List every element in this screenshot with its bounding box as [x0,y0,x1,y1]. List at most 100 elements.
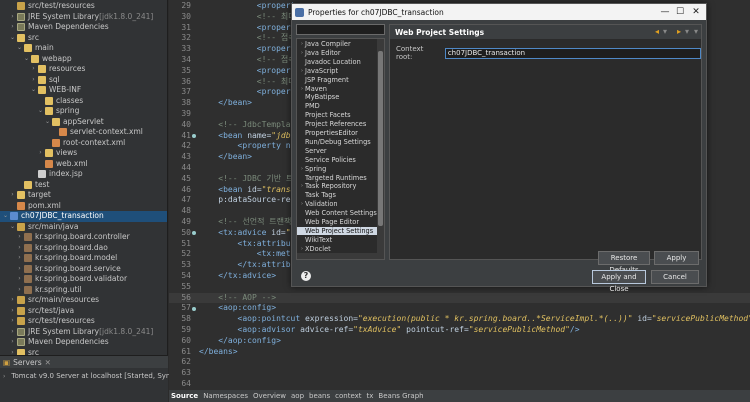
tree-item[interactable]: › kr.spring.board.controller [16,232,130,243]
horizontal-scrollbar[interactable] [297,253,384,259]
code-line[interactable]: <bean name="jdbcT [199,131,300,142]
code-line[interactable]: </beans> [199,347,238,358]
expand-toggle-icon[interactable]: › [16,232,23,243]
tree-item[interactable]: ⌄ webapp [23,54,72,65]
property-item[interactable]: › Spring [299,165,326,174]
tree-item[interactable]: › kr.spring.util [16,285,82,296]
editor-tab-overview[interactable]: Overview [253,392,286,400]
tree-item[interactable]: › views [37,148,77,159]
code-line[interactable]: </tx:attribut [199,260,301,271]
expand-toggle-icon[interactable]: ⌄ [2,211,9,222]
expand-toggle-icon[interactable]: › [30,64,37,75]
tree-item[interactable]: ⌄ spring [37,106,79,117]
tree-item[interactable]: › src/main/resources [9,295,99,306]
expand-toggle-icon[interactable]: ⌄ [16,43,23,54]
menu-icon[interactable]: ▾ [694,27,698,36]
tree-item[interactable]: ⌄ ch07JDBC_transaction [0,211,167,222]
code-line[interactable]: </bean> [199,152,252,163]
tree-item[interactable]: › target [9,190,51,201]
tree-item[interactable]: › src [9,348,39,355]
expand-toggle-icon[interactable]: › [9,327,16,338]
property-item[interactable]: Web Page Editor [299,218,359,227]
expand-toggle-icon[interactable]: › [16,253,23,264]
filter-input[interactable] [296,24,385,35]
property-item[interactable]: Project References [299,120,366,129]
code-line[interactable]: <tx:advice id="tx [199,228,300,239]
tree-item[interactable]: ⌄ appServlet [44,117,104,128]
code-line[interactable]: <!-- AOP --> [199,293,276,304]
minimize-icon[interactable]: — [658,6,672,18]
code-line[interactable]: </aop:config> [199,336,281,347]
expand-toggle-icon[interactable]: › [30,75,37,86]
code-line[interactable]: </tx:advice> [199,271,276,282]
apply-and-close-button[interactable]: Apply and Close [592,270,646,293]
maximize-icon[interactable]: ☐ [673,6,687,18]
tree-item[interactable]: › kr.spring.board.dao [16,243,108,254]
property-item[interactable]: › Java Compiler [299,40,351,49]
code-line[interactable]: <tx:attribute [199,239,301,250]
expand-toggle-icon[interactable]: › [16,274,23,285]
editor-tab-beans-graph[interactable]: Beans Graph [378,392,423,400]
tree-item[interactable]: › JRE System Library [jdk1.8.0_241] [9,12,153,23]
code-line[interactable]: <aop:config> [199,303,276,314]
tree-item[interactable]: test [16,180,49,191]
code-line[interactable]: </bean> [199,98,252,109]
expand-toggle-icon[interactable]: › [16,264,23,275]
property-item[interactable]: › Maven [299,85,327,94]
property-item[interactable]: › JavaScript [299,67,338,76]
property-item[interactable]: › Task Repository [299,182,357,191]
help-icon[interactable]: ? [301,271,311,281]
cancel-button[interactable]: Cancel [651,270,699,284]
expand-toggle-icon[interactable]: ⌄ [9,33,16,44]
editor-tab-source[interactable]: Source [171,392,198,400]
close-icon[interactable]: ✕ [689,6,703,18]
expand-toggle-icon[interactable]: ⌄ [23,54,30,65]
tree-item[interactable]: classes [37,96,83,107]
code-line[interactable]: <!-- JdbcTemplate [199,120,300,131]
editor-tab-tx[interactable]: tx [367,392,374,400]
property-item[interactable]: Project Facets [299,111,351,120]
restore-defaults-button[interactable]: Restore Defaults [598,251,650,274]
back-dropdown-icon[interactable]: ▾ [663,27,667,36]
tree-item[interactable]: › kr.spring.board.service [16,264,121,275]
tree-item[interactable]: pom.xml [9,201,61,212]
tree-item[interactable]: › Maven Dependencies [9,22,109,33]
expand-toggle-icon[interactable]: › [9,190,16,201]
expand-toggle-icon[interactable]: › [37,148,44,159]
expand-toggle-icon[interactable]: ⌄ [37,106,44,117]
tree-item[interactable]: › src/test/java [9,306,74,317]
expand-toggle-icon[interactable]: › [9,337,16,348]
tree-item[interactable]: › kr.spring.board.model [16,253,117,264]
vertical-scrollbar[interactable] [377,39,384,259]
property-item[interactable]: Javadoc Location [299,58,361,67]
expand-toggle-icon[interactable]: › [9,295,16,306]
property-item[interactable]: Server [299,147,327,156]
editor-tab-aop[interactable]: aop [291,392,304,400]
scroll-thumb[interactable] [378,51,383,226]
tree-item[interactable]: index.jsp [30,169,83,180]
fold-marker-icon[interactable] [192,231,196,236]
tree-item[interactable]: web.xml [37,159,88,170]
code-line[interactable]: <property nam [199,141,301,152]
tree-item[interactable]: › JRE System Library [jdk1.8.0_241] [9,327,153,338]
tree-item[interactable]: › sql [30,75,60,86]
property-item[interactable]: Task Tags [299,191,336,200]
fold-marker-icon[interactable] [192,134,196,139]
tree-item[interactable]: ⌄ src/main/java [9,222,78,233]
property-item[interactable]: Web Content Settings [299,209,377,218]
property-item[interactable]: › XDoclet [299,245,331,254]
property-item[interactable]: › Validation [299,200,338,209]
tree-item[interactable]: ⌄ src [9,33,39,44]
property-item[interactable]: PropertiesEditor [299,129,358,138]
expand-toggle-icon[interactable]: › [9,306,16,317]
tree-item[interactable]: ⌄ WEB-INF [30,85,81,96]
expand-toggle-icon[interactable]: › [9,316,16,327]
fold-marker-icon[interactable] [192,306,196,311]
tree-item[interactable]: › Maven Dependencies [9,337,109,348]
tree-item[interactable]: › kr.spring.board.validator [16,274,127,285]
property-item[interactable]: PMD [299,102,320,111]
code-line[interactable]: <tx:metho [199,249,300,260]
code-line[interactable]: <bean id="transac [199,185,300,196]
editor-tab-context[interactable]: context [335,392,361,400]
tree-item[interactable]: src/test/resources [9,1,95,12]
